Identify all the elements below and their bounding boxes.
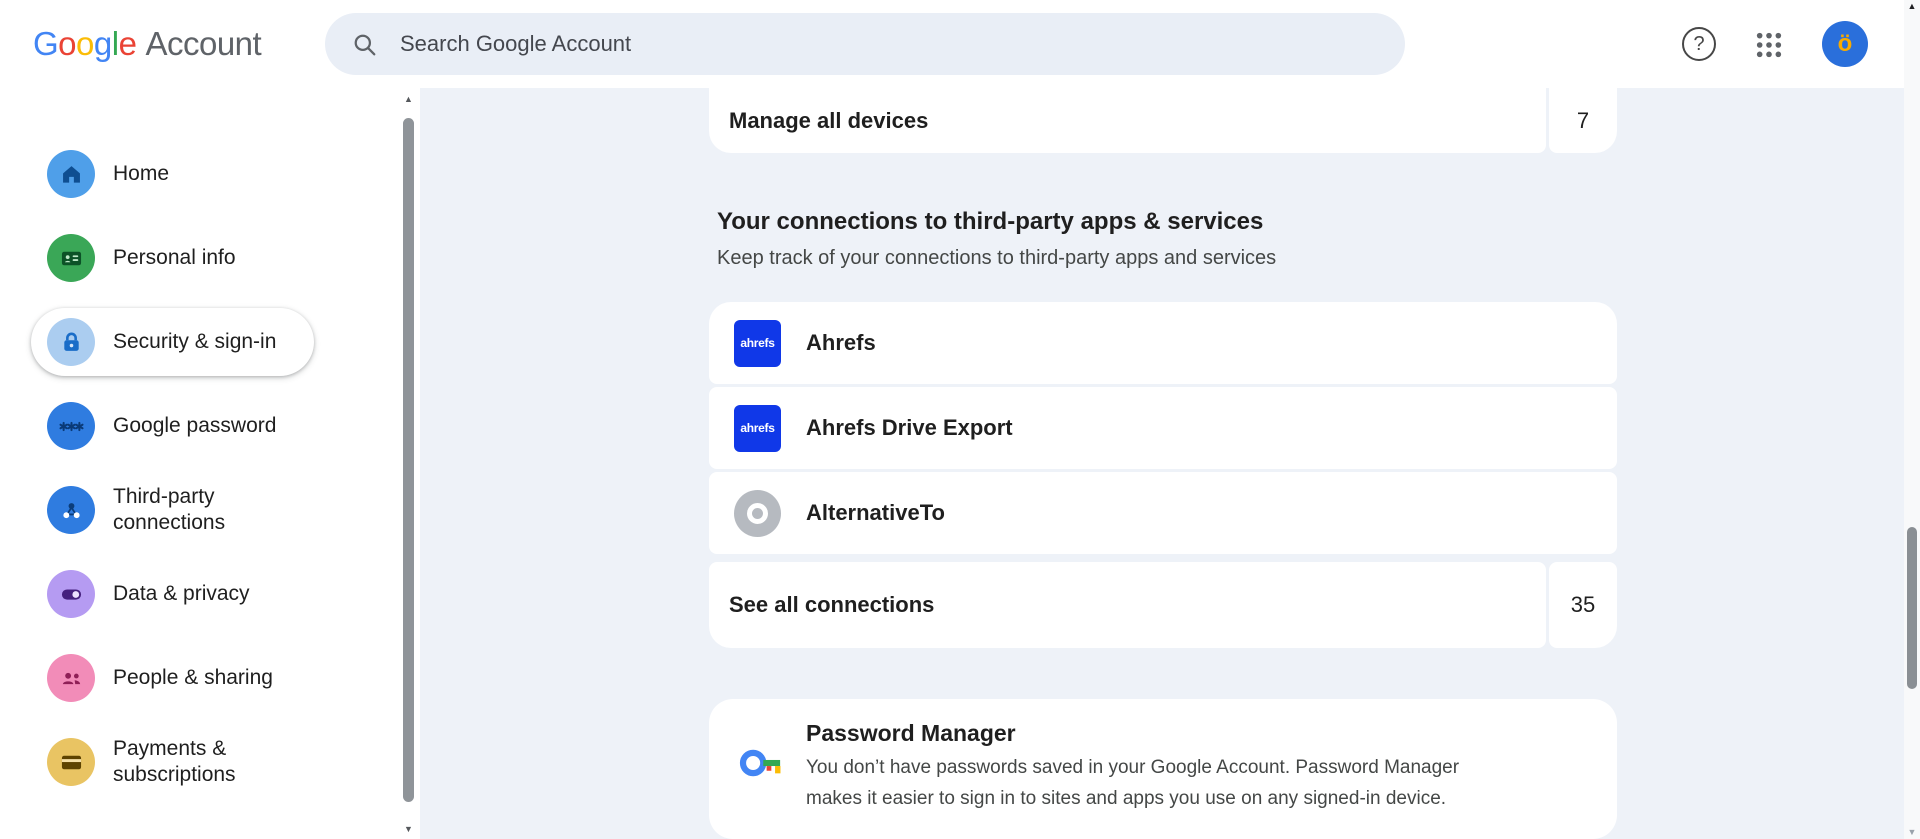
sidebar-scrollbar-thumb[interactable] <box>403 118 414 802</box>
connection-name: Ahrefs Drive Export <box>806 415 1013 440</box>
connected-nodes-icon <box>47 486 95 534</box>
search-icon[interactable] <box>351 31 378 58</box>
sidebar-item-payments-subscriptions[interactable]: Payments & subscriptions <box>31 728 314 796</box>
search-bar[interactable] <box>325 13 1405 75</box>
manage-all-devices-row[interactable]: Manage all devices <box>709 88 1546 153</box>
browser-scrollbar[interactable]: ▲ ▼ <box>1904 0 1920 839</box>
ahrefs-logo-icon: ahrefs <box>734 404 781 452</box>
sidebar-item-data-privacy[interactable]: Data & privacy <box>31 560 314 628</box>
connection-row-ahrefs[interactable]: ahrefs Ahrefs <box>709 302 1617 384</box>
password-manager-description: You don’t have passwords saved in your G… <box>806 757 1460 809</box>
logo-google: Google <box>33 25 137 62</box>
sidebar-item-label: People & sharing <box>113 666 273 689</box>
alternativeto-logo-icon <box>734 489 781 537</box>
see-all-connections-label: See all connections <box>729 592 935 617</box>
connection-row-alternativeto[interactable]: AlternativeTo <box>709 472 1617 554</box>
toggle-icon <box>47 570 95 618</box>
password-manager-key-icon <box>739 749 781 777</box>
connections-card-group: ahrefs Ahrefs ahrefs Ahrefs Drive Export… <box>709 302 1617 648</box>
sidebar-item-people-sharing[interactable]: People & sharing <box>31 644 314 712</box>
cards-column: Manage all devices 7 Your connections to… <box>709 88 1617 839</box>
sidebar-item-google-password[interactable]: Google password <box>31 392 314 460</box>
google-apps-grid-icon[interactable] <box>1753 29 1785 61</box>
credit-card-icon <box>47 738 95 786</box>
account-avatar[interactable]: ö <box>1822 21 1868 67</box>
sidebar-item-label: Personal info <box>113 246 236 269</box>
help-icon: ? <box>1693 32 1705 55</box>
ahrefs-logo-icon: ahrefs <box>734 319 781 367</box>
browser-scrollbar-thumb[interactable] <box>1907 527 1917 689</box>
home-icon <box>47 150 95 198</box>
google-account-logo[interactable]: Google Account <box>33 0 262 88</box>
sidebar-item-label: Home <box>113 162 170 185</box>
main-content: Manage all devices 7 Your connections to… <box>420 88 1904 839</box>
lock-icon <box>47 318 95 366</box>
see-all-connections-group: See all connections 35 <box>709 562 1617 648</box>
connection-row-ahrefs-drive-export[interactable]: ahrefs Ahrefs Drive Export <box>709 387 1617 469</box>
devices-count-badge[interactable]: 7 <box>1549 88 1617 153</box>
sidebar-item-personal-info[interactable]: Personal info <box>31 224 314 292</box>
connections-section-subtitle: Keep track of your connections to third-… <box>717 247 1277 269</box>
password-manager-title: Password Manager <box>806 720 1016 746</box>
help-button[interactable]: ? <box>1682 27 1716 61</box>
scroll-down-icon[interactable]: ▼ <box>1904 827 1920 837</box>
sidebar-scrollbar[interactable]: ▲ ▼ <box>402 88 415 839</box>
avatar-letter: ö <box>1837 30 1853 57</box>
sidebar-item-label: Payments & subscriptions <box>113 737 236 786</box>
logo-account: Account <box>145 25 262 62</box>
sidebar-nav: Home Personal info Security & sign-in Go… <box>0 88 420 839</box>
connections-count-badge[interactable]: 35 <box>1549 562 1617 648</box>
sidebar-item-label: Third-party connections <box>113 485 226 534</box>
manage-devices-group: Manage all devices 7 <box>709 88 1617 153</box>
scroll-up-icon[interactable]: ▲ <box>1904 1 1920 11</box>
scroll-up-icon[interactable]: ▲ <box>402 94 415 104</box>
password-manager-card[interactable]: Password Manager You don’t have password… <box>709 699 1617 839</box>
password-asterisks-icon <box>47 402 95 450</box>
connection-name: AlternativeTo <box>806 500 945 525</box>
connections-section-title: Your connections to third-party apps & s… <box>717 208 1264 235</box>
manage-all-devices-label: Manage all devices <box>729 107 929 133</box>
people-icon <box>47 654 95 702</box>
search-input[interactable] <box>400 13 1405 75</box>
sidebar-item-label: Security & sign-in <box>113 330 277 353</box>
google-account-page: Google Account ? ö Home <box>0 0 1920 839</box>
personal-info-icon <box>47 234 95 282</box>
sidebar-item-home[interactable]: Home <box>31 140 314 208</box>
sidebar-item-label: Data & privacy <box>113 582 250 605</box>
connection-name: Ahrefs <box>806 330 876 355</box>
sidebar-item-security[interactable]: Security & sign-in <box>31 308 314 376</box>
sidebar-item-label: Google password <box>113 414 277 437</box>
app-header: Google Account ? ö <box>0 0 1904 88</box>
sidebar-item-third-party-connections[interactable]: Third-party connections <box>31 476 314 544</box>
scroll-down-icon[interactable]: ▼ <box>402 824 415 834</box>
see-all-connections-row[interactable]: See all connections <box>709 562 1546 648</box>
